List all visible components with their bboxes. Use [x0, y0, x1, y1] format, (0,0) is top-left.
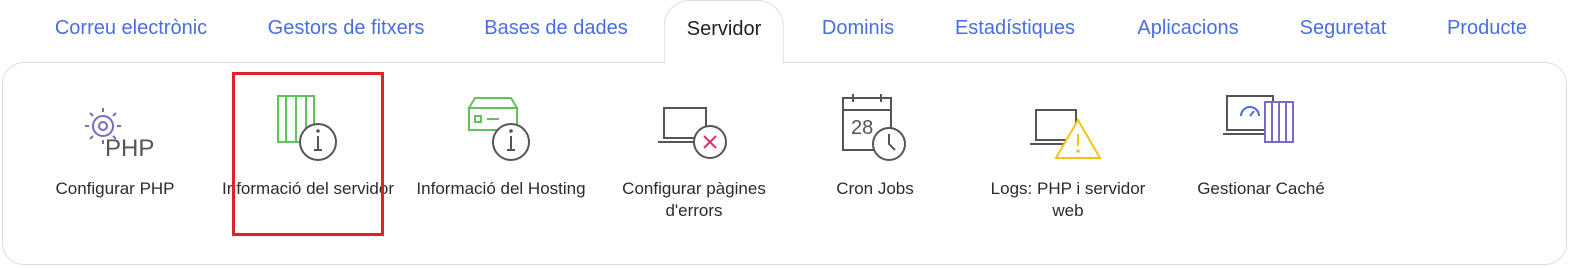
php-gear-icon: PHP: [85, 108, 154, 162]
svg-text:28: 28: [851, 117, 873, 139]
svg-text:PHP: PHP: [105, 135, 154, 162]
server-info-icon: [277, 95, 337, 161]
tab-bases-dades[interactable]: Bases de dades: [484, 16, 627, 44]
tool-label: Cron Jobs: [836, 179, 914, 198]
tool-configurar-pagines-errors[interactable]: Configurar pàgines d'errors: [599, 90, 789, 222]
tool-label: Informació del Hosting: [416, 179, 586, 198]
tool-gestionar-cache[interactable]: Gestionar Caché: [1166, 90, 1356, 200]
hosting-info-icon: [467, 97, 530, 161]
tool-configurar-php[interactable]: PHP Configurar PHP: [20, 90, 210, 200]
tab-correu[interactable]: Correu electrònic: [55, 16, 207, 44]
warning-log-icon: [1030, 109, 1102, 159]
tab-gestors-fitxers[interactable]: Gestors de fitxers: [268, 16, 425, 44]
tab-aplicacions[interactable]: Aplicacions: [1137, 16, 1238, 44]
tool-informacio-servidor[interactable]: Informació del servidor: [213, 90, 403, 200]
tool-logs[interactable]: Logs: PHP i servidor web: [973, 90, 1163, 222]
tool-label: Informació del servidor: [222, 179, 394, 198]
error-page-icon: [658, 107, 727, 159]
calendar-clock-icon: 28: [842, 94, 906, 161]
tab-producte[interactable]: Producte: [1447, 16, 1527, 44]
tool-label: Configurar pàgines d'errors: [622, 179, 766, 220]
tool-label: Gestionar Caché: [1197, 179, 1325, 198]
tab-servidor[interactable]: Servidor: [663, 0, 785, 64]
tab-bar: Correu electrònic Gestors de fitxers Bas…: [0, 0, 1582, 64]
tool-label: Configurar PHP: [55, 179, 175, 198]
tab-seguretat[interactable]: Seguretat: [1300, 16, 1387, 44]
cache-gauge-icon: [1223, 95, 1294, 143]
tool-informacio-hosting[interactable]: Informació del Hosting: [406, 90, 596, 200]
tool-cron-jobs[interactable]: 28 Cron Jobs: [780, 90, 970, 200]
tab-estadistiques[interactable]: Estadístiques: [955, 16, 1075, 44]
tab-dominis[interactable]: Dominis: [822, 16, 894, 44]
tool-label: Logs: PHP i servidor web: [990, 179, 1146, 220]
